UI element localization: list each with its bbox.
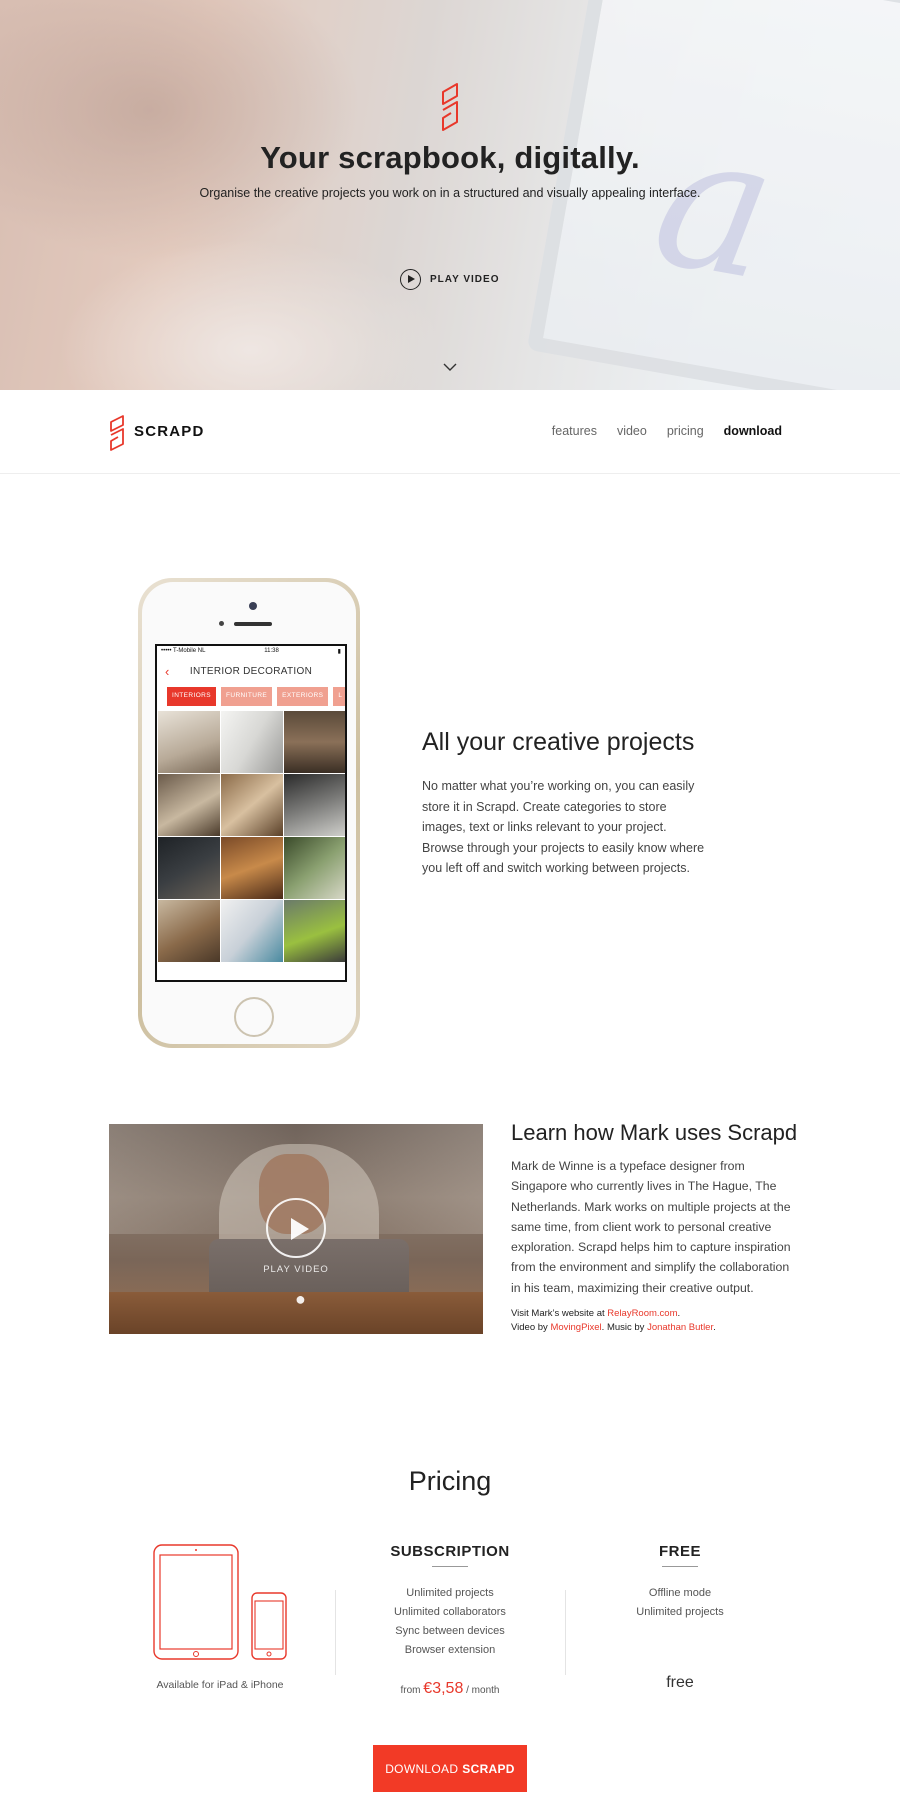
- chevron-down-icon[interactable]: [442, 362, 458, 372]
- phone-speaker: [234, 622, 272, 626]
- photo-tile: [158, 774, 220, 836]
- hero-title: Your scrapbook, digitally.: [260, 140, 640, 175]
- subscription-underline: [432, 1566, 468, 1567]
- photo-tile: [284, 711, 345, 773]
- feature-title: All your creative projects: [422, 728, 695, 756]
- hero-section: a Your scrapbook, digitally. Organise th…: [0, 0, 900, 390]
- video-credits: Visit Mark’s website at RelayRoom.com. V…: [511, 1307, 811, 1335]
- hero-play-video-button[interactable]: PLAY VIDEO: [400, 268, 499, 290]
- nav-link-features[interactable]: features: [552, 424, 597, 438]
- subscription-plan-title: SUBSCRIPTION: [390, 1543, 510, 1560]
- price-from: from: [400, 1685, 421, 1696]
- pricing-title: Pricing: [408, 1466, 492, 1496]
- time-label: 11:38: [264, 648, 279, 654]
- video-play-label[interactable]: PLAY VIDEO: [109, 1264, 483, 1275]
- download-button-prefix: DOWNLOAD: [385, 1761, 459, 1776]
- video-play-icon[interactable]: [266, 1198, 326, 1258]
- feature-description: No matter what you’re working on, you ca…: [422, 779, 705, 875]
- battery-icon: ▮: [337, 649, 341, 655]
- hero-play-video-label: PLAY VIDEO: [430, 273, 500, 285]
- price-period: / month: [466, 1685, 500, 1696]
- phone-sensor: [219, 621, 224, 626]
- apple-logo-icon: ●: [295, 1289, 306, 1309]
- free-feature: Unlimited projects: [636, 1606, 724, 1618]
- link-relayroom[interactable]: RelayRoom.com: [607, 1308, 677, 1319]
- photo-tile: [158, 837, 220, 899]
- photo-tile: [221, 900, 283, 962]
- free-feature: Offline mode: [648, 1587, 712, 1599]
- nav-link-pricing[interactable]: pricing: [667, 424, 704, 438]
- chip-more: L: [333, 687, 345, 706]
- pricing-divider: [335, 1590, 336, 1675]
- photo-tile: [221, 837, 283, 899]
- free-plan-title: FREE: [658, 1543, 701, 1560]
- scrapd-logo-icon[interactable]: [108, 415, 126, 451]
- chip-exteriors: EXTERIORS: [277, 687, 329, 706]
- download-scrapd-button[interactable]: DOWNLOAD SCRAPD: [373, 1745, 527, 1792]
- photo-tile: [284, 837, 345, 899]
- category-chips: INTERIORS FURNITURE EXTERIORS L: [157, 684, 345, 706]
- download-button-brand: SCRAPD: [462, 1761, 515, 1776]
- photo-tile: [221, 711, 283, 773]
- phone-screen: ••••• T-Mobile NL 11:38 ▮ ‹ INTERIOR DEC…: [155, 644, 347, 982]
- photo-tile: [284, 900, 345, 962]
- main-navigation: SCRAPD features video pricing download: [0, 390, 900, 474]
- credits-video-prefix: Video by: [511, 1322, 551, 1333]
- price-amount: €3,58: [423, 1680, 464, 1697]
- scrapd-logo-icon: [442, 83, 458, 131]
- photo-tile: [158, 711, 220, 773]
- subscription-feature: Sync between devices: [395, 1625, 505, 1637]
- chip-furniture: FURNITURE: [221, 687, 273, 706]
- carrier-label: ••••• T-Mobile NL: [161, 648, 206, 654]
- link-jonathan-butler[interactable]: Jonathan Butler: [647, 1322, 713, 1333]
- free-underline: [662, 1566, 698, 1567]
- screen-title: INTERIOR DECORATION: [189, 665, 313, 677]
- photo-tile: [221, 774, 283, 836]
- subscription-feature: Browser extension: [404, 1644, 496, 1656]
- photo-tile: [158, 900, 220, 962]
- phone-home-button: [234, 997, 274, 1037]
- video-section-title: Learn how Mark uses Scrapd: [511, 1120, 798, 1145]
- hero-subtitle: Organise the creative projects you work …: [199, 186, 701, 200]
- pricing-divider: [565, 1590, 566, 1675]
- subscription-price: from €3,58 / month: [350, 1680, 550, 1698]
- subscription-feature: Unlimited collaborators: [394, 1606, 506, 1618]
- nav-link-video[interactable]: video: [617, 424, 647, 438]
- video-section-description: Mark de Winne is a typeface designer fro…: [511, 1159, 791, 1295]
- app-header: ‹ INTERIOR DECORATION: [157, 658, 345, 684]
- subscription-features: Unlimited projects Unlimited collaborato…: [350, 1584, 550, 1660]
- iphone-mockup: ••••• T-Mobile NL 11:38 ▮ ‹ INTERIOR DEC…: [138, 578, 360, 1048]
- chip-interiors: INTERIORS: [167, 687, 216, 706]
- back-arrow-icon: ‹: [165, 664, 170, 679]
- ipad-iphone-icon: [153, 1544, 287, 1660]
- credits-visit-prefix: Visit Mark’s website at: [511, 1308, 608, 1319]
- play-icon: [400, 268, 421, 290]
- phone-camera: [249, 602, 257, 610]
- credits-end: .: [713, 1322, 716, 1333]
- subscription-feature: Unlimited projects: [406, 1587, 494, 1599]
- free-features: Offline mode Unlimited projects: [580, 1584, 780, 1622]
- link-movingpixel[interactable]: MovingPixel: [550, 1322, 601, 1333]
- credits-music-prefix: . Music by: [601, 1322, 648, 1333]
- photo-grid: [157, 711, 345, 962]
- video-player[interactable]: ● PLAY VIDEO: [109, 1124, 483, 1334]
- free-price: free: [666, 1674, 694, 1691]
- credits-period: .: [677, 1308, 681, 1319]
- nav-links: features video pricing download: [552, 424, 782, 438]
- brand-name[interactable]: SCRAPD: [134, 423, 205, 440]
- phone-status-bar: ••••• T-Mobile NL 11:38 ▮: [157, 646, 345, 658]
- availability-label: Available for iPad & iPhone: [156, 1679, 284, 1691]
- nav-link-download[interactable]: download: [724, 424, 782, 438]
- photo-tile: [284, 774, 345, 836]
